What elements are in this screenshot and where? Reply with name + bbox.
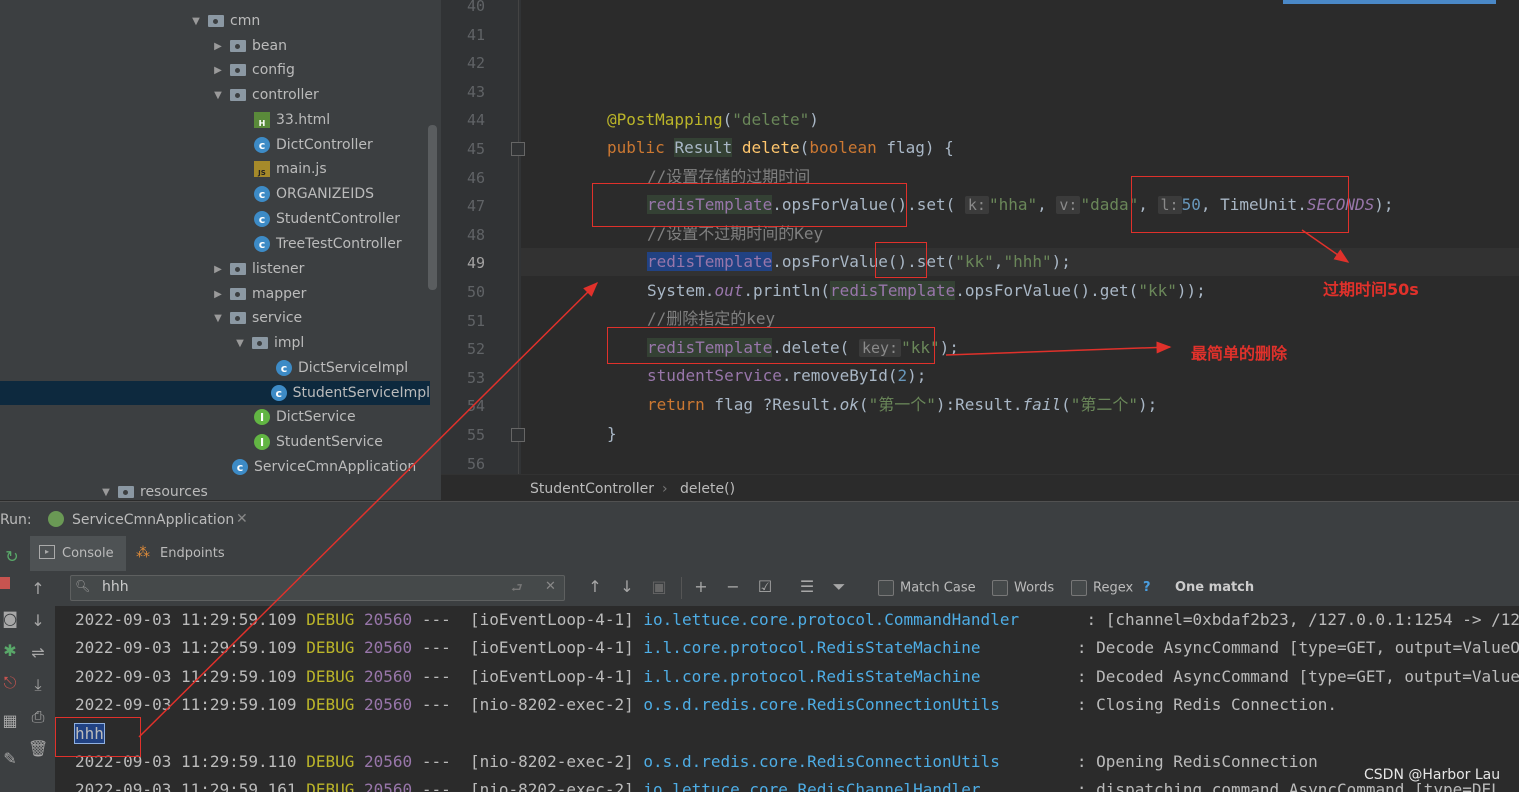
watermark: CSDN @Harbor Lau [1364, 767, 1501, 783]
arrow-to-delete-note [945, 341, 1172, 356]
arrow-output-to-println [138, 281, 599, 738]
arrow-to-expire-note [1301, 229, 1350, 263]
annotation-arrows [138, 229, 1350, 738]
